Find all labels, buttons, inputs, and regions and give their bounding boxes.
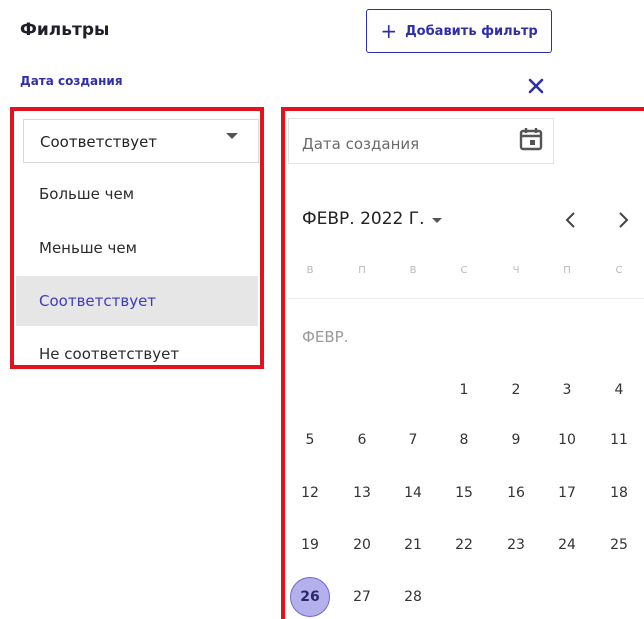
calendar-icon[interactable] [518, 126, 544, 152]
option-greater-than[interactable]: Больше чем [16, 169, 258, 219]
option-matches[interactable]: Соответствует [16, 276, 258, 326]
weekday-label: Ч [512, 265, 520, 276]
day-cell[interactable]: 10 [547, 420, 587, 460]
day-cell[interactable]: 13 [342, 473, 382, 513]
chevron-down-icon[interactable] [226, 133, 238, 139]
condition-select[interactable]: Соответствует [23, 119, 259, 163]
day-cell[interactable]: 20 [342, 525, 382, 565]
day-cell[interactable]: 15 [444, 473, 484, 513]
month-section-label: ФЕВР. [302, 328, 349, 346]
day-cell[interactable]: 24 [547, 525, 587, 565]
day-cell[interactable]: 14 [393, 473, 433, 513]
chevron-left-icon[interactable] [560, 209, 582, 231]
date-input[interactable]: Дата создания [288, 118, 554, 164]
add-filter-label: Добавить фильтр [405, 23, 538, 39]
day-cell[interactable]: 1 [444, 370, 484, 410]
divider [288, 298, 644, 299]
day-cell[interactable]: 2 [496, 370, 536, 410]
day-cell[interactable]: 25 [599, 525, 639, 565]
chevron-down-icon[interactable] [432, 218, 442, 223]
weekday-label: В [306, 265, 314, 276]
day-cell[interactable]: 11 [599, 420, 639, 460]
day-cell[interactable]: 9 [496, 420, 536, 460]
day-cell-selected[interactable]: 26 [290, 577, 330, 617]
condition-options-list[interactable]: Больше чем Меньше чем Соответствует Не с… [14, 166, 260, 365]
close-icon[interactable] [526, 76, 546, 96]
day-cell[interactable]: 3 [547, 370, 587, 410]
day-cell[interactable]: 22 [444, 525, 484, 565]
day-cell[interactable]: 5 [290, 420, 330, 460]
day-cell[interactable]: 23 [496, 525, 536, 565]
filter-field-label: Дата создания [20, 74, 123, 88]
option-less-than[interactable]: Меньше чем [16, 223, 258, 273]
condition-select-value: Соответствует [40, 133, 158, 151]
day-cell[interactable]: 19 [290, 525, 330, 565]
day-cell[interactable]: 17 [547, 473, 587, 513]
weekday-label: С [460, 265, 468, 276]
day-cell[interactable]: 18 [599, 473, 639, 513]
weekday-label: П [563, 265, 571, 276]
weekday-label: С [615, 265, 623, 276]
day-cell[interactable]: 12 [290, 473, 330, 513]
plus-icon: + [380, 19, 398, 43]
page-title: Фильтры [20, 20, 110, 40]
day-cell[interactable]: 21 [393, 525, 433, 565]
day-cell[interactable]: 27 [342, 577, 382, 617]
day-cell[interactable]: 8 [444, 420, 484, 460]
weekday-label: В [409, 265, 417, 276]
day-cell[interactable]: 7 [393, 420, 433, 460]
month-year-selector[interactable]: ФЕВР. 2022 Г. [302, 209, 425, 229]
weekday-label: П [358, 265, 366, 276]
date-input-placeholder: Дата создания [302, 135, 420, 153]
add-filter-button[interactable]: + Добавить фильтр [366, 9, 552, 53]
day-cell[interactable]: 28 [393, 577, 433, 617]
day-cell[interactable]: 4 [599, 370, 639, 410]
day-cell[interactable]: 6 [342, 420, 382, 460]
option-not-matches[interactable]: Не соответствует [16, 329, 258, 365]
day-cell[interactable]: 16 [496, 473, 536, 513]
chevron-right-icon[interactable] [612, 209, 634, 231]
